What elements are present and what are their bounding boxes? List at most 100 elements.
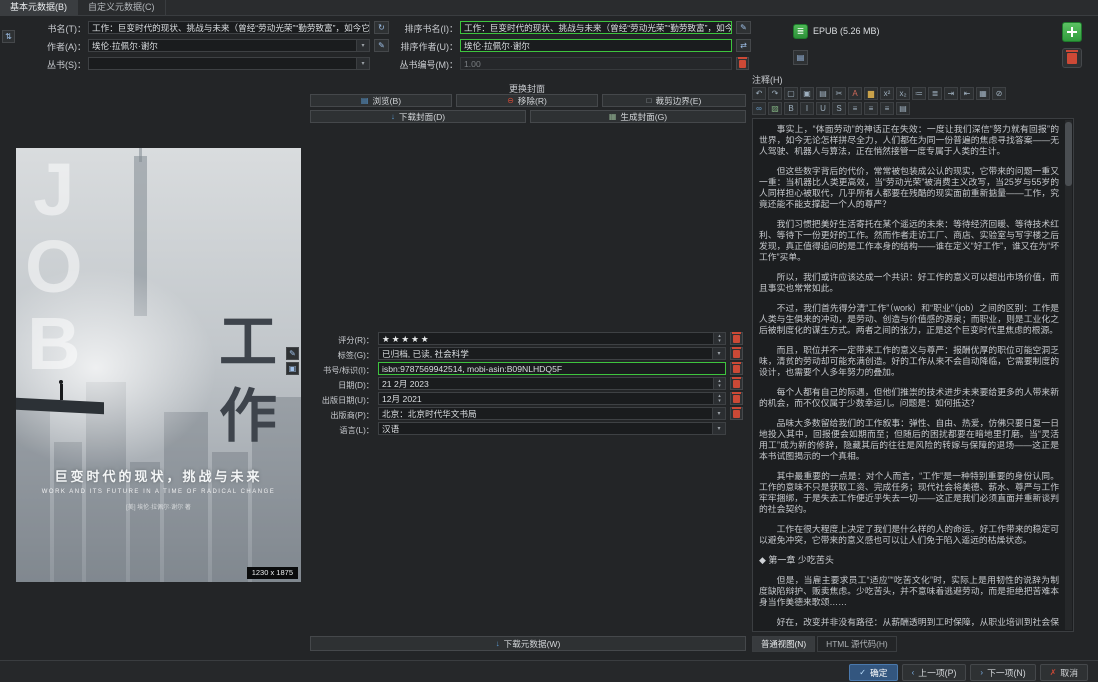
strikethrough-icon[interactable]: S xyxy=(832,102,846,115)
tags-input[interactable]: 已归档, 已读, 社会科学 ▾ xyxy=(378,347,726,360)
download-icon: ↓ xyxy=(495,639,500,648)
insert-table-icon[interactable]: ▦ xyxy=(976,87,990,100)
chevron-down-icon[interactable]: ▾ xyxy=(712,408,725,419)
download-metadata-button[interactable]: ↓ 下载元数据(W) xyxy=(310,636,746,651)
chevron-down-icon[interactable]: ▾ xyxy=(712,423,725,434)
align-left-icon[interactable]: ≡ xyxy=(848,102,862,115)
scrollbar-thumb[interactable] xyxy=(1065,122,1072,186)
indent-less-icon[interactable]: ⇤ xyxy=(960,87,974,100)
text-color-icon[interactable]: A xyxy=(848,87,862,100)
swap-title-author-button[interactable]: ⇅ xyxy=(2,30,15,43)
language-input[interactable]: 汉语 ▾ xyxy=(378,422,726,435)
pubdate-input[interactable]: 12月 2021 ▴ ▾ xyxy=(378,392,726,405)
next-button[interactable]: › 下一项(N) xyxy=(970,664,1036,681)
paste-identifier-button[interactable]: ▣ xyxy=(286,362,299,375)
identifiers-input[interactable]: isbn:9787569942514, mobi-asin:B09NLHDQ5F xyxy=(378,362,726,375)
clear-publisher-button[interactable] xyxy=(730,407,743,420)
person-silhouette xyxy=(58,380,64,400)
justify-icon[interactable]: ▤ xyxy=(896,102,910,115)
indent-more-icon[interactable]: ⇥ xyxy=(944,87,958,100)
series-label: 丛书(S)： xyxy=(47,60,86,70)
notes-paragraph: 而且，职位并不一定带来工作的意义与尊严：报酬优厚的职位可能空洞乏味，清贫的劳动却… xyxy=(759,345,1059,377)
publisher-input[interactable]: 北京：北京时代华文书局 ▾ xyxy=(378,407,726,420)
spinner-icon[interactable]: ▴ ▾ xyxy=(713,378,725,389)
check-icon: ✓ xyxy=(859,668,866,677)
ordered-list-icon[interactable]: ≔ xyxy=(912,87,926,100)
author-sort-input[interactable]: 埃伦·拉佩尔·谢尔 xyxy=(460,39,732,52)
subscript-icon[interactable]: x₂ xyxy=(896,87,910,100)
date-input[interactable]: 21 2月 2023 ▴ ▾ xyxy=(378,377,726,390)
rating-input[interactable]: ★★★★★ ▴ ▾ xyxy=(378,332,726,345)
add-format-button[interactable] xyxy=(1062,22,1082,42)
read-metadata-from-format-button[interactable]: ▤ xyxy=(793,50,808,65)
clear-date-button[interactable] xyxy=(730,377,743,390)
redo-icon[interactable]: ↷ xyxy=(768,87,782,100)
tab-html-source[interactable]: HTML 源代码(H) xyxy=(817,636,897,652)
spinner-icon[interactable]: ▴ ▾ xyxy=(713,333,725,344)
auto-author-sort-button[interactable]: ⇄ xyxy=(736,39,751,52)
series-input[interactable]: ▾ xyxy=(88,57,370,70)
select-all-icon[interactable]: ▢ xyxy=(784,87,798,100)
notes-paragraph: 不过，我们首先得分清“工作”（work）和“职业”（job）之间的区别：工作是人… xyxy=(759,303,1059,335)
notes-paragraph: 好在，改变并非没有路径：从薪酬透明到工时保障，从职业培训到社会保险，每一次微小的… xyxy=(776,617,1059,627)
clear-identifiers-button[interactable] xyxy=(730,362,743,375)
remove-format-button[interactable] xyxy=(1062,48,1082,68)
auto-title-sort-button[interactable]: ↻ xyxy=(374,21,389,34)
notes-toolbar-row2: ∞ ▨ B I U S ≡ ≡ ≡ ▤ xyxy=(752,102,1074,115)
download-cover-button[interactable]: ↓ 下载封面(D) xyxy=(310,110,526,123)
previous-button[interactable]: ‹ 上一项(P) xyxy=(901,664,967,681)
copy-icon[interactable]: ▣ xyxy=(800,87,814,100)
clear-rating-button[interactable] xyxy=(730,332,743,345)
title-sort-input[interactable]: 工作：巨变时代的现状、挑战与未来（曾经“劳动光荣”“勤劳致富”，如今它却只是让你… xyxy=(460,21,732,34)
bold-icon[interactable]: B xyxy=(784,102,798,115)
undo-icon[interactable]: ↶ xyxy=(752,87,766,100)
italic-icon[interactable]: I xyxy=(800,102,814,115)
folder-icon: ▤ xyxy=(360,96,369,105)
clear-tags-button[interactable] xyxy=(730,347,743,360)
notes-editor[interactable]: 事实上，“体面劳动”的神话正在失效：一度让我们深信“努力就有回报”的世界，如今无… xyxy=(752,118,1074,632)
superscript-icon[interactable]: x² xyxy=(880,87,894,100)
tag-editor-button[interactable]: ✎ xyxy=(286,347,299,360)
language-label: 语言(L)： xyxy=(339,426,374,435)
tags-label: 标签(G)： xyxy=(337,351,374,360)
browse-cover-button[interactable]: ▤ 浏览(B) xyxy=(310,94,452,107)
book-cover[interactable]: JOB 工作 巨变时代的现状，挑战与未来 WORK AND ITS FUTURE… xyxy=(16,148,301,582)
paste-icon[interactable]: ▤ xyxy=(816,87,830,100)
cancel-button[interactable]: ✗ 取消 xyxy=(1039,664,1088,681)
cut-icon[interactable]: ✂ xyxy=(832,87,846,100)
manage-authors-button[interactable]: ✎ xyxy=(374,39,389,52)
align-right-icon[interactable]: ≡ xyxy=(880,102,894,115)
notes-paragraph: 但这些数字背后的代价，常常被包装成公认的现实，它带来的问题一重又一重：当机器比人… xyxy=(759,166,1059,209)
publisher-label: 出版商(P)： xyxy=(330,411,374,420)
clear-pubdate-button[interactable] xyxy=(730,392,743,405)
chevron-down-icon[interactable]: ▾ xyxy=(356,58,369,69)
title-input[interactable]: 工作：巨变时代的现状、挑战与未来（曾经“劳动光荣”“勤劳致富”，如今它却只是让你… xyxy=(88,21,370,34)
tab-custom-metadata[interactable]: 自定义元数据(C) xyxy=(78,0,166,15)
notes-paragraph: 但是，当雇主要求员工“适应”“吃苦文化”时，实际上是用韧性的说辞为制度缺陷辩护、… xyxy=(759,575,1059,607)
insert-image-icon[interactable]: ▨ xyxy=(768,102,782,115)
tab-normal-view[interactable]: 普通视图(N) xyxy=(752,636,816,652)
epub-format-icon[interactable]: ≣ xyxy=(793,24,808,39)
unordered-list-icon[interactable]: ≣ xyxy=(928,87,942,100)
spinner-icon[interactable]: ▴ ▾ xyxy=(713,393,725,404)
arrow-right-icon: › xyxy=(980,668,984,677)
metadata-tabbar: 基本元数据(B) 自定义元数据(C) xyxy=(0,0,1098,16)
clear-series-button[interactable] xyxy=(736,57,749,70)
chevron-down-icon[interactable]: ▾ xyxy=(356,40,369,51)
background-color-icon[interactable]: ▆ xyxy=(864,87,878,100)
generate-cover-button[interactable]: ▦ 生成封面(G) xyxy=(530,110,746,123)
chevron-down-icon[interactable]: ▾ xyxy=(712,348,725,359)
trim-cover-button[interactable]: □ 裁剪边界(E) xyxy=(602,94,746,107)
clear-formatting-icon[interactable]: ⊘ xyxy=(992,87,1006,100)
remove-cover-button[interactable]: ⊖ 移除(R) xyxy=(456,94,598,107)
notes-scrollbar[interactable] xyxy=(1065,120,1072,630)
format-entry-label[interactable]: EPUB (5.26 MB) xyxy=(813,24,880,39)
insert-link-icon[interactable]: ∞ xyxy=(752,102,766,115)
ok-button[interactable]: ✓ 确定 xyxy=(849,664,898,681)
title-sort-source-button[interactable]: ✎ xyxy=(736,21,751,34)
underline-icon[interactable]: U xyxy=(816,102,830,115)
authors-input[interactable]: 埃伦·拉佩尔·谢尔 ▾ xyxy=(88,39,370,52)
cover-english-line: WORK AND ITS FUTURE IN A TIME OF RADICAL… xyxy=(41,489,276,495)
align-center-icon[interactable]: ≡ xyxy=(864,102,878,115)
tab-basic-metadata[interactable]: 基本元数据(B) xyxy=(0,0,78,15)
